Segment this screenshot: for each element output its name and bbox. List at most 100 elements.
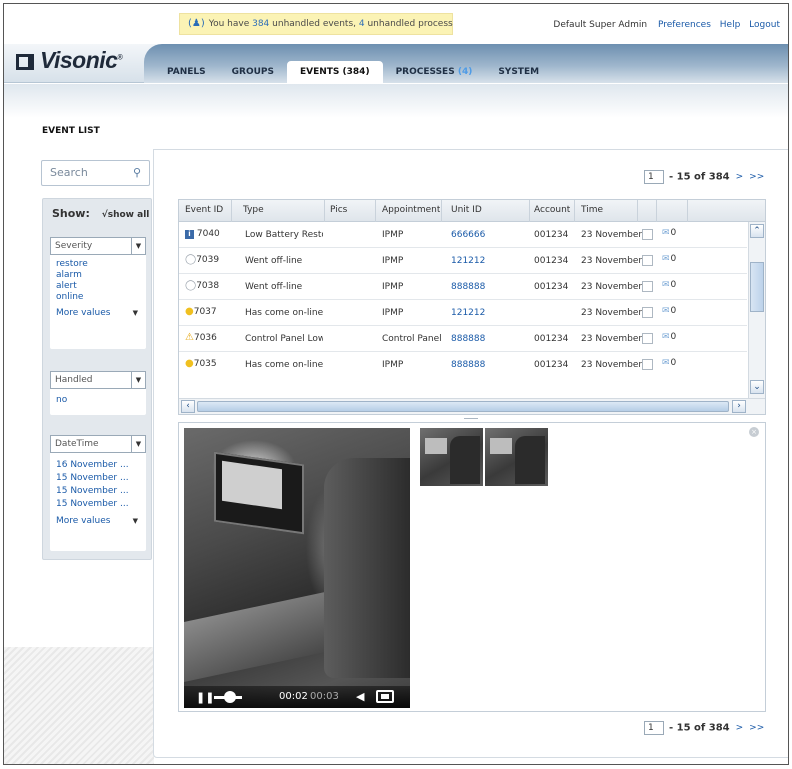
volume-icon[interactable]: ◀ [356,690,364,703]
table-row[interactable]: ⚠7036 Control Panel Low E Control Panel … [179,326,747,352]
unit-link[interactable]: 888888 [451,360,485,370]
table-row[interactable]: ●7035 Has come on-line IPMP 888888 00123… [179,352,747,378]
handled-no[interactable]: no [50,395,146,406]
row-checkbox[interactable] [642,307,653,318]
chevron-down-icon[interactable]: ▼ [131,372,145,388]
video-thumbnail[interactable] [420,428,483,486]
scroll-up-icon[interactable]: ⌃ [750,224,764,238]
pager-bottom: 1- 15 of 384 > >> [644,721,764,735]
unit-link[interactable]: 121212 [451,308,485,318]
seek-handle[interactable] [224,691,236,703]
col-pics[interactable]: Pics [330,205,347,215]
search-icon[interactable]: ⚲ [133,161,141,185]
fullscreen-icon[interactable] [376,690,394,703]
bulb-off-icon: ◯ [185,280,197,291]
table-row[interactable]: ◯7038 Went off-line IPMP 888888 001234 2… [179,274,747,300]
datetime-value[interactable]: 15 November ... [50,498,146,511]
tab-panels[interactable]: PANELS [154,61,219,83]
severity-online[interactable]: online [50,292,146,303]
page-range: - 15 of 384 [669,722,730,734]
people-icon: (♟) [188,18,205,29]
tab-processes[interactable]: PROCESSES (4) [383,61,486,83]
datetime-value[interactable]: 16 November ... [50,459,146,472]
scroll-right-icon[interactable]: › [732,400,746,413]
row-checkbox[interactable] [642,333,653,344]
video-player[interactable]: ❚❚ 00:02 00:03 ◀ [184,428,410,708]
page-input[interactable]: 1 [644,721,664,735]
severity-restore[interactable]: restore [50,259,146,270]
help-link[interactable]: Help [720,20,741,30]
table-row[interactable]: ◯7039 Went off-line IPMP 121212 001234 2… [179,248,747,274]
handled-select[interactable]: Handled ▼ [50,371,146,389]
mail-icon[interactable]: ✉0 [662,228,676,238]
mail-icon[interactable]: ✉0 [662,332,676,342]
severity-alert[interactable]: alert [50,281,146,292]
row-checkbox[interactable] [642,255,653,266]
unit-link[interactable]: 121212 [451,256,485,266]
col-appointment[interactable]: Appointment [382,205,440,215]
pane-splitter[interactable] [178,417,766,421]
logo-mark-icon [16,54,34,70]
pause-icon[interactable]: ❚❚ [196,691,214,704]
mail-icon[interactable]: ✉0 [662,280,676,290]
severity-select[interactable]: Severity ▼ [50,237,146,255]
mail-icon[interactable]: ✉0 [662,358,676,368]
tab-groups[interactable]: GROUPS [219,61,287,83]
bulb-off-icon: ◯ [185,254,197,265]
next-page-button[interactable]: > [736,723,744,733]
h-scroll-thumb[interactable] [197,401,729,412]
chevron-down-icon[interactable]: ▼ [131,238,145,254]
next-page-button[interactable]: > [736,172,744,182]
chevron-down-icon[interactable]: ▼ [131,436,145,452]
scroll-thumb[interactable] [750,262,764,312]
show-all-link[interactable]: √show all [102,210,150,220]
bulb-on-icon: ● [185,306,194,317]
scroll-down-icon[interactable]: ⌄ [750,380,764,394]
preferences-link[interactable]: Preferences [658,20,711,30]
datetime-value[interactable]: 15 November ... [50,485,146,498]
unhandled-events-count[interactable]: 384 [252,19,269,29]
severity-more-values[interactable]: More values ▼ [50,306,146,320]
info-icon: i [185,230,194,239]
scroll-left-icon[interactable]: ‹ [181,400,195,413]
row-checkbox[interactable] [642,281,653,292]
mail-icon[interactable]: ✉0 [662,254,676,264]
event-preview-pane: × ❚❚ 00:02 00:03 ◀ [178,422,766,712]
video-thumbnail[interactable] [485,428,548,486]
table-row[interactable]: i 7040 Low Battery Restor IPMP 666666 00… [179,222,747,248]
col-account[interactable]: Account [534,205,570,215]
horizontal-scrollbar[interactable]: ‹ › [179,398,765,414]
row-checkbox[interactable] [642,229,653,240]
col-unit-id[interactable]: Unit ID [451,205,482,215]
tab-system[interactable]: SYSTEM [485,61,552,83]
show-header: Show: √show all [52,207,150,220]
handled-filter: Handled ▼ no [50,371,146,415]
page-input[interactable]: 1 [644,170,664,184]
notification-bar[interactable]: (♟) You have 384 unhandled events, 4 unha… [179,13,453,35]
caret-down-icon: ▼ [132,517,138,525]
close-icon[interactable]: × [749,427,759,437]
unit-link[interactable]: 888888 [451,334,485,344]
last-page-button[interactable]: >> [749,172,764,182]
top-links: Default Super Admin Preferences Help Log… [553,20,780,30]
severity-alarm[interactable]: alarm [50,270,146,281]
col-event-id[interactable]: Event ID [185,205,223,215]
datetime-more-values[interactable]: More values ▼ [50,514,146,528]
unit-link[interactable]: 888888 [451,282,485,292]
col-type[interactable]: Type [243,205,264,215]
duration: 00:03 [310,691,339,702]
table-row[interactable]: ●7037 Has come on-line IPMP 121212 23 No… [179,300,747,326]
search-input[interactable]: Search ⚲ [41,160,150,186]
app-window: (♟) You have 384 unhandled events, 4 unha… [3,3,789,765]
datetime-select[interactable]: DateTime ▼ [50,435,146,453]
mail-icon[interactable]: ✉0 [662,306,676,316]
datetime-value[interactable]: 15 November ... [50,472,146,485]
logout-link[interactable]: Logout [749,20,780,30]
col-time[interactable]: Time [581,205,603,215]
tab-events[interactable]: EVENTS (384) [287,61,383,83]
event-table: Event ID Type Pics Appointment Unit ID A… [178,199,766,415]
unit-link[interactable]: 666666 [451,230,485,240]
last-page-button[interactable]: >> [749,723,764,733]
row-checkbox[interactable] [642,359,653,370]
vertical-scrollbar[interactable]: ⌃ ⌄ [748,222,765,398]
